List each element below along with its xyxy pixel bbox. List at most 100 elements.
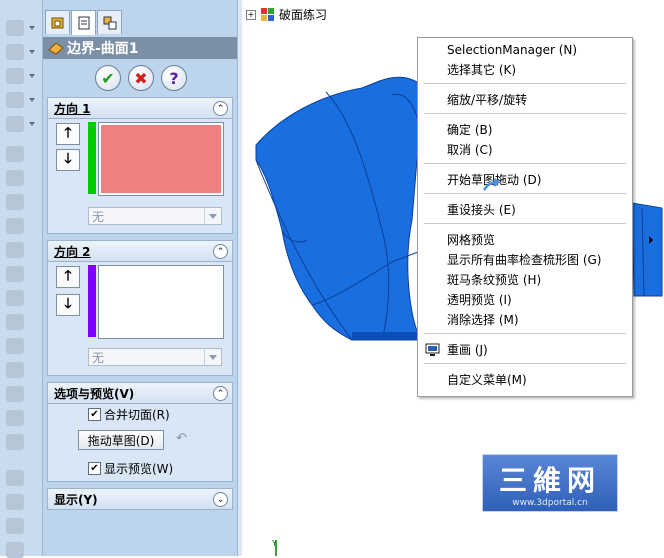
watermark-url: www.3dportal.cn [512, 498, 588, 508]
property-manager: 边界-曲面1 ✔ ✖ ? 方向 1 ⌃ 🡑 🡓 无 方向 2 ⌃ 🡑 🡓 无 选… [43, 0, 237, 556]
menu-item-customize-menu[interactable]: 自定义菜单(M) [447, 372, 527, 388]
property-manager-icon [78, 16, 89, 30]
direction2-tangent-combo[interactable]: 无 [88, 348, 222, 366]
delete-face-icon[interactable] [6, 470, 24, 486]
direction2-curve-list[interactable] [98, 265, 224, 339]
show-preview-label: 显示预览(W) [104, 462, 174, 476]
direction1-combo-value: 无 [92, 209, 105, 224]
redraw-icon [425, 343, 440, 356]
replace-face-icon[interactable] [6, 494, 24, 510]
chevron-down-icon[interactable] [204, 208, 221, 224]
merge-faces-label: 合并切面(R) [104, 408, 170, 422]
menu-separator [424, 193, 626, 194]
menu-item-select-other[interactable]: 选择其它 (K) [447, 62, 516, 78]
direction1-curve-list[interactable] [98, 122, 224, 196]
chevron-down-icon[interactable] [204, 349, 221, 365]
configuration-manager-icon [103, 16, 116, 29]
extrude-surface-icon[interactable] [6, 146, 24, 162]
tab-configuration-manager[interactable] [97, 10, 122, 34]
move-up-button[interactable]: 🡑 [56, 266, 80, 288]
menu-item-reset-connector[interactable]: 重设接头 (E) [447, 202, 516, 218]
svg-text:Y: Y [271, 539, 277, 548]
move-down-button[interactable]: 🡓 [56, 294, 80, 316]
collapse-icon[interactable]: ⌃ [213, 101, 228, 116]
menu-item-zoom-pan-rotate[interactable]: 缩放/平移/旋转 [447, 92, 527, 108]
display-header[interactable]: 显示(Y) ⌄ [48, 489, 232, 509]
menu-item-show-curvature-combs[interactable]: 显示所有曲率检查梳形图 (G) [447, 252, 601, 268]
direction1-header[interactable]: 方向 1 ⌃ [48, 98, 232, 119]
help-button[interactable]: ? [161, 65, 187, 91]
show-preview-check-icon: ✔ [88, 462, 101, 475]
move-up-button[interactable]: 🡑 [56, 123, 80, 145]
action-buttons: ✔ ✖ ? [95, 65, 187, 91]
display-group: 显示(Y) ⌄ [47, 488, 233, 510]
options-group: 选项与预览(V) ⌃ ✔ 合并切面(R) 拖动草图(D) ↶ ✔ 显示预览(W) [47, 382, 233, 482]
menu-item-selection-manager[interactable]: SelectionManager (N) [447, 42, 577, 58]
offset-surface-icon[interactable] [6, 314, 24, 330]
direction2-group: 方向 2 ⌃ 🡑 🡓 无 [47, 240, 233, 376]
menu-separator [424, 163, 626, 164]
direction2-combo-value: 无 [92, 350, 105, 365]
extend-surface-icon[interactable] [6, 362, 24, 378]
fill-surface-icon[interactable] [6, 266, 24, 282]
menu-item-transparent-preview[interactable]: 透明预览 (I) [447, 292, 512, 308]
sweep-surface-icon[interactable] [6, 194, 24, 210]
menu-separator [424, 333, 626, 334]
cancel-button[interactable]: ✖ [128, 65, 154, 91]
merge-check-icon: ✔ [88, 408, 101, 421]
revolve-surface-icon[interactable] [6, 170, 24, 186]
menu-item-clear-selections[interactable]: 消除选择 (M) [447, 312, 519, 328]
menu-item-redraw[interactable]: 重画 (J) [447, 342, 488, 358]
features-tool-icon[interactable] [6, 44, 35, 60]
tab-property-manager[interactable] [71, 10, 96, 35]
manager-tabs [43, 10, 237, 35]
menu-separator [424, 113, 626, 114]
options-title: 选项与预览(V) [54, 386, 135, 401]
menu-item-cancel[interactable]: 取消 (C) [447, 142, 493, 158]
merge-faces-checkbox[interactable]: ✔ 合并切面(R) [88, 406, 170, 423]
show-preview-checkbox[interactable]: ✔ 显示预览(W) [88, 460, 173, 477]
direction1-group: 方向 1 ⌃ 🡑 🡓 无 [47, 97, 233, 234]
menu-separator [424, 83, 626, 84]
context-menu: SelectionManager (N) 选择其它 (K) 缩放/平移/旋转 确… [417, 37, 654, 397]
menu-item-mesh-preview-label: 网格预览 [447, 233, 496, 247]
display-title: 显示(Y) [54, 492, 98, 507]
dimension-tool-icon[interactable] [6, 92, 35, 108]
direction1-title: 方向 1 [54, 101, 91, 116]
direction2-header[interactable]: 方向 2 ⌃ [48, 241, 232, 262]
boundary-surface-icon[interactable] [6, 242, 24, 258]
sketch-tool-icon[interactable] [6, 20, 35, 36]
move-down-button[interactable]: 🡓 [56, 149, 80, 171]
planar-surface-icon[interactable] [6, 290, 24, 306]
direction1-tangent-combo[interactable]: 无 [88, 207, 222, 225]
collapse-icon[interactable]: ⌃ [213, 386, 228, 401]
boundary-surface-icon [48, 42, 64, 55]
direction2-title: 方向 2 [54, 244, 91, 259]
expand-icon[interactable]: ⌄ [213, 492, 228, 507]
mouse-cursor-icon [482, 178, 500, 191]
curves-tool-icon[interactable] [6, 116, 35, 132]
watermark-logo: 三維网 www.3dportal.cn [482, 454, 618, 512]
menu-item-mesh-preview[interactable]: 网格预览 [447, 232, 654, 248]
drag-sketch-button[interactable]: 拖动草图(D) [78, 430, 164, 450]
loft-surface-icon[interactable] [6, 218, 24, 234]
menu-item-ok[interactable]: 确定 (B) [447, 122, 492, 138]
tab-feature-tree[interactable] [45, 10, 70, 34]
direction1-selected-area [101, 125, 221, 193]
knit-surface-icon[interactable] [6, 434, 24, 450]
menu-item-zebra-preview[interactable]: 斑马条纹预览 (H) [447, 272, 541, 288]
ok-button[interactable]: ✔ [95, 65, 121, 91]
untrim-surface-icon[interactable] [6, 410, 24, 426]
options-header[interactable]: 选项与预览(V) ⌃ [48, 383, 232, 404]
menu-separator [424, 223, 626, 224]
direction1-color-bar [88, 122, 96, 194]
feature-header: 边界-曲面1 [43, 37, 237, 59]
trim-surface-icon[interactable] [6, 386, 24, 402]
ruled-surface-icon[interactable] [6, 338, 24, 354]
feature-tree-icon [51, 17, 63, 28]
undo-icon[interactable]: ↶ [176, 431, 187, 446]
reference-tool-icon[interactable] [6, 68, 35, 84]
watermark-title: 三維网 [498, 464, 601, 497]
collapse-icon[interactable]: ⌃ [213, 244, 228, 259]
thicken-icon[interactable] [6, 518, 24, 534]
